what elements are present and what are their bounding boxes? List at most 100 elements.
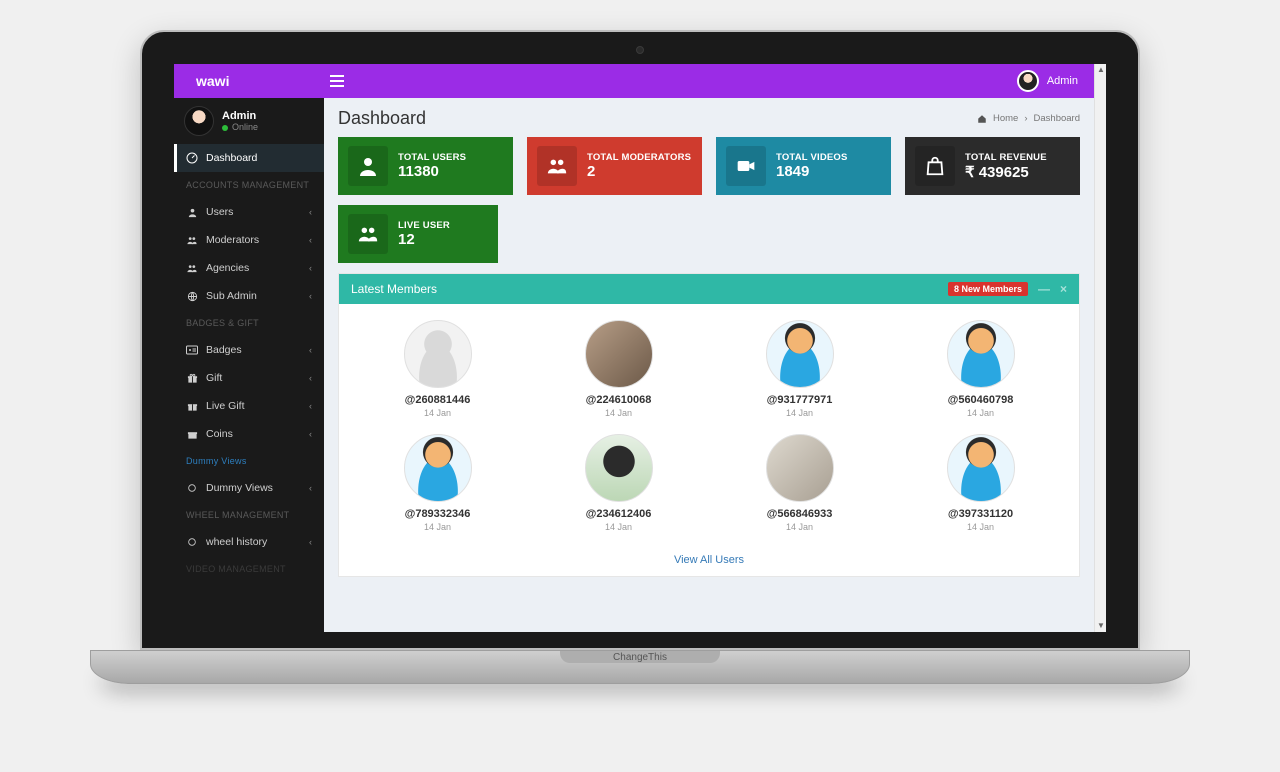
chevron-left-icon: ‹: [309, 401, 312, 411]
user-icon: [348, 146, 388, 186]
sidebar-item-wheelhistory[interactable]: wheel history ‹: [174, 528, 324, 556]
circle-icon: [186, 483, 198, 493]
sidebar-header-accounts: ACCOUNTS MANAGEMENT: [174, 172, 324, 198]
camera-dot: [636, 46, 644, 54]
member-item[interactable]: @39733112014 Jan: [890, 426, 1071, 540]
sidebar-item-subadmin[interactable]: Sub Admin ‹: [174, 282, 324, 310]
chevron-left-icon: ‹: [309, 235, 312, 245]
card-live-user[interactable]: LIVE USER 12: [338, 205, 498, 263]
sidebar-item-coins[interactable]: Coins ‹: [174, 420, 324, 448]
member-date: 14 Jan: [424, 408, 451, 418]
breadcrumb: Home › Dashboard: [977, 113, 1080, 124]
member-item[interactable]: @224610068 14 Jan: [528, 312, 709, 426]
sidebar-item-livegift[interactable]: Live Gift ‹: [174, 392, 324, 420]
sidebar-item-label: Badges: [206, 344, 242, 356]
sidebar-item-label: wheel history: [206, 536, 267, 548]
laptop-mockup: ▲ ▼ wawi Admin: [140, 30, 1140, 710]
sidebar-item-agencies[interactable]: Agencies ‹: [174, 254, 324, 282]
users-icon: [186, 235, 198, 246]
members-grid: @26088144614 Jan @224610068 14 Jan @9317779…: [339, 304, 1079, 548]
member-item[interactable]: @93177797114 Jan: [709, 312, 890, 426]
member-item[interactable]: @56046079814 Jan: [890, 312, 1071, 426]
sidebar-item-dashboard[interactable]: Dashboard: [174, 144, 324, 172]
avatar-icon: [1017, 70, 1039, 92]
box-title: Latest Members: [351, 282, 437, 296]
minimize-icon[interactable]: —: [1038, 282, 1050, 296]
card-value: 12: [398, 231, 450, 248]
laptop-hinge-label: ChangeThis: [560, 651, 720, 663]
card-total-users[interactable]: TOTAL USERS 11380: [338, 137, 513, 195]
avatar-icon: [947, 434, 1015, 502]
top-bar: wawi Admin: [174, 64, 1094, 98]
member-date: 14 Jan: [605, 522, 632, 532]
latest-members-box: Latest Members 8 New Members — × @260881…: [338, 273, 1080, 577]
box-header: Latest Members 8 New Members — ×: [339, 274, 1079, 304]
scroll-down-icon[interactable]: ▼: [1097, 621, 1105, 631]
sidebar-item-users[interactable]: Users ‹: [174, 198, 324, 226]
member-handle: @789332346: [405, 508, 471, 520]
sidebar-header-video: VIDEO MANAGEMENT: [174, 556, 324, 582]
card-label: LIVE USER: [398, 220, 450, 231]
new-members-badge: 8 New Members: [948, 282, 1028, 296]
sidebar-item-label: Users: [206, 206, 233, 218]
sidebar-item-label: Dummy Views: [206, 482, 273, 494]
avatar-icon: [404, 320, 472, 388]
card-total-revenue[interactable]: TOTAL REVENUE ₹ 439625: [905, 137, 1080, 195]
sidebar-item-badges[interactable]: Badges ‹: [174, 336, 324, 364]
member-item[interactable]: @234612406 14 Jan: [528, 426, 709, 540]
chevron-left-icon: ‹: [309, 263, 312, 273]
users-icon: [348, 214, 388, 254]
sidebar-header-dummy: Dummy Views: [174, 448, 324, 474]
member-item[interactable]: @56684693314 Jan: [709, 426, 890, 540]
sidebar-item-label: Moderators: [206, 234, 259, 246]
member-date: 14 Jan: [605, 408, 632, 418]
view-all-users-link[interactable]: View All Users: [339, 548, 1079, 576]
member-item[interactable]: @26088144614 Jan: [347, 312, 528, 426]
card-total-videos[interactable]: TOTAL VIDEOS 1849: [716, 137, 891, 195]
app-root: wawi Admin Admin: [174, 64, 1094, 632]
member-handle: @234612406: [586, 508, 652, 520]
card-label: TOTAL MODERATORS: [587, 152, 691, 163]
gift-icon: [186, 429, 198, 440]
sidebar-item-label: Dashboard: [206, 152, 257, 164]
avatar-icon: [585, 320, 653, 388]
sidebar-item-gift[interactable]: Gift ‹: [174, 364, 324, 392]
sidebar-item-moderators[interactable]: Moderators ‹: [174, 226, 324, 254]
page-title: Dashboard: [338, 108, 426, 129]
scroll-up-icon[interactable]: ▲: [1097, 65, 1105, 75]
member-handle: @224610068: [586, 394, 652, 406]
member-handle: @560460798: [948, 394, 1014, 406]
close-icon[interactable]: ×: [1060, 282, 1067, 296]
sidebar-item-label: Live Gift: [206, 400, 245, 412]
member-date: 14 Jan: [786, 522, 813, 532]
avatar-icon: [585, 434, 653, 502]
member-handle: @931777971: [767, 394, 833, 406]
avatar-icon: [766, 320, 834, 388]
breadcrumb-home[interactable]: Home: [993, 113, 1018, 124]
sidebar-user-status: Online: [222, 122, 258, 132]
screen: ▲ ▼ wawi Admin: [174, 64, 1106, 632]
avatar-icon: [184, 106, 214, 136]
stat-cards-row: TOTAL USERS 11380 TOTAL MODERATORS: [338, 137, 1080, 195]
chevron-left-icon: ‹: [309, 429, 312, 439]
card-label: TOTAL USERS: [398, 152, 466, 163]
member-item[interactable]: @78933234614 Jan: [347, 426, 528, 540]
brand-logo[interactable]: wawi: [174, 73, 324, 89]
menu-toggle-icon[interactable]: [330, 75, 354, 87]
top-user-label: Admin: [1047, 75, 1078, 87]
bag-icon: [915, 146, 955, 186]
gift-icon: [186, 373, 198, 384]
video-icon: [726, 146, 766, 186]
chevron-left-icon: ‹: [309, 537, 312, 547]
card-label: TOTAL REVENUE: [965, 152, 1047, 163]
avatar-icon: [766, 434, 834, 502]
top-user-menu[interactable]: Admin: [1017, 70, 1094, 92]
scrollbar[interactable]: ▲ ▼: [1094, 64, 1106, 632]
circle-icon: [186, 537, 198, 547]
card-total-moderators[interactable]: TOTAL MODERATORS 2: [527, 137, 702, 195]
chevron-left-icon: ‹: [309, 207, 312, 217]
sidebar-item-dummyviews[interactable]: Dummy Views ‹: [174, 474, 324, 502]
avatar-icon: [947, 320, 1015, 388]
sidebar-item-label: Gift: [206, 372, 222, 384]
sidebar-user-panel[interactable]: Admin Online: [174, 98, 324, 144]
